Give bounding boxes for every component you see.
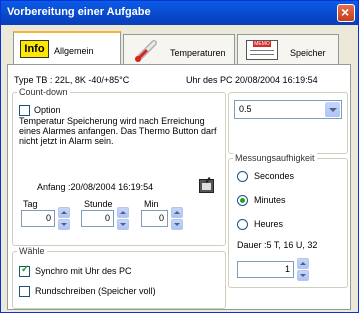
rate-select[interactable]: 0.5 <box>234 100 342 119</box>
tab-allgemein[interactable]: Info Allgemein <box>13 31 121 65</box>
tab-speicher[interactable]: MEMO Speicher <box>237 34 339 64</box>
countdown-group: Count-down Option Temperatur Speicherung… <box>12 87 226 246</box>
tag-label: Tag <box>23 199 38 209</box>
stunde-spinner[interactable] <box>117 207 129 231</box>
choose-legend: Wähle <box>17 246 47 256</box>
min-spinner[interactable] <box>171 207 183 231</box>
window-title: Vorbereitung einer Aufgabe <box>7 6 151 18</box>
sync-label: Synchro mit Uhr des PC <box>35 266 132 276</box>
start-time: Anfang :20/08/2004 16:19:54 <box>37 182 154 192</box>
radio-minutes[interactable] <box>237 195 248 206</box>
measurement-legend: Messungsaufhigkeit <box>233 153 317 163</box>
stunde-label: Stunde <box>84 199 113 209</box>
overwrite-checkbox[interactable] <box>19 286 30 297</box>
interval-spinner[interactable] <box>297 258 309 282</box>
calendar-icon[interactable] <box>199 176 214 193</box>
dialog-window: Vorbereitung einer Aufgabe × Info Allgem… <box>0 0 359 313</box>
interval-input[interactable]: 1 <box>237 261 294 278</box>
title-bar[interactable]: Vorbereitung einer Aufgabe × <box>1 1 358 25</box>
rate-group: 0.5 <box>228 92 348 154</box>
overwrite-label: Rundschreiben (Speicher voll) <box>35 286 156 296</box>
option-checkbox[interactable] <box>19 105 30 116</box>
radio-minutes-label: Minutes <box>254 195 286 205</box>
measurement-group: Messungsaufhigkeit Secondes Minutes Heur… <box>228 153 348 288</box>
tag-input[interactable]: 0 <box>21 210 55 227</box>
tab-panel-allgemein: Type TB : 22L, 8K -40/+85°C Uhr des PC 2… <box>7 64 351 310</box>
thermometer-icon <box>135 40 157 62</box>
close-icon: × <box>341 4 350 20</box>
duration-text: Dauer :5 T, 16 U, 32 <box>237 240 318 250</box>
tab-allgemein-label: Allgemein <box>54 46 94 56</box>
sync-checkbox[interactable] <box>19 264 30 277</box>
chevron-down-icon[interactable] <box>325 102 340 117</box>
tab-temperaturen-label: Temperaturen <box>170 48 226 58</box>
memo-icon: MEMO <box>246 40 278 60</box>
countdown-description: Temperatur Speicherung wird nach Erreich… <box>19 116 217 146</box>
tab-speicher-label: Speicher <box>290 48 326 58</box>
stunde-input[interactable]: 0 <box>81 210 114 227</box>
min-label: Min <box>144 199 159 209</box>
pc-clock: Uhr des PC 20/08/2004 16:19:54 <box>186 75 318 85</box>
radio-heures[interactable] <box>237 219 248 230</box>
min-input[interactable]: 0 <box>141 210 168 227</box>
info-icon: Info <box>20 40 49 58</box>
tag-spinner[interactable] <box>58 207 70 231</box>
tab-strip: Info Allgemein Temperaturen MEMO Speiche… <box>7 31 351 65</box>
radio-heures-label: Heures <box>254 219 284 229</box>
tab-temperaturen[interactable]: Temperaturen <box>123 34 235 64</box>
radio-secondes[interactable] <box>237 171 248 182</box>
option-label: Option <box>34 105 61 115</box>
countdown-legend: Count-down <box>17 87 70 97</box>
close-button[interactable]: × <box>337 4 355 22</box>
choose-group: Wähle Synchro mit Uhr des PC Rundschreib… <box>12 246 226 309</box>
type-info: Type TB : 22L, 8K -40/+85°C <box>14 75 130 85</box>
radio-secondes-label: Secondes <box>254 171 295 181</box>
